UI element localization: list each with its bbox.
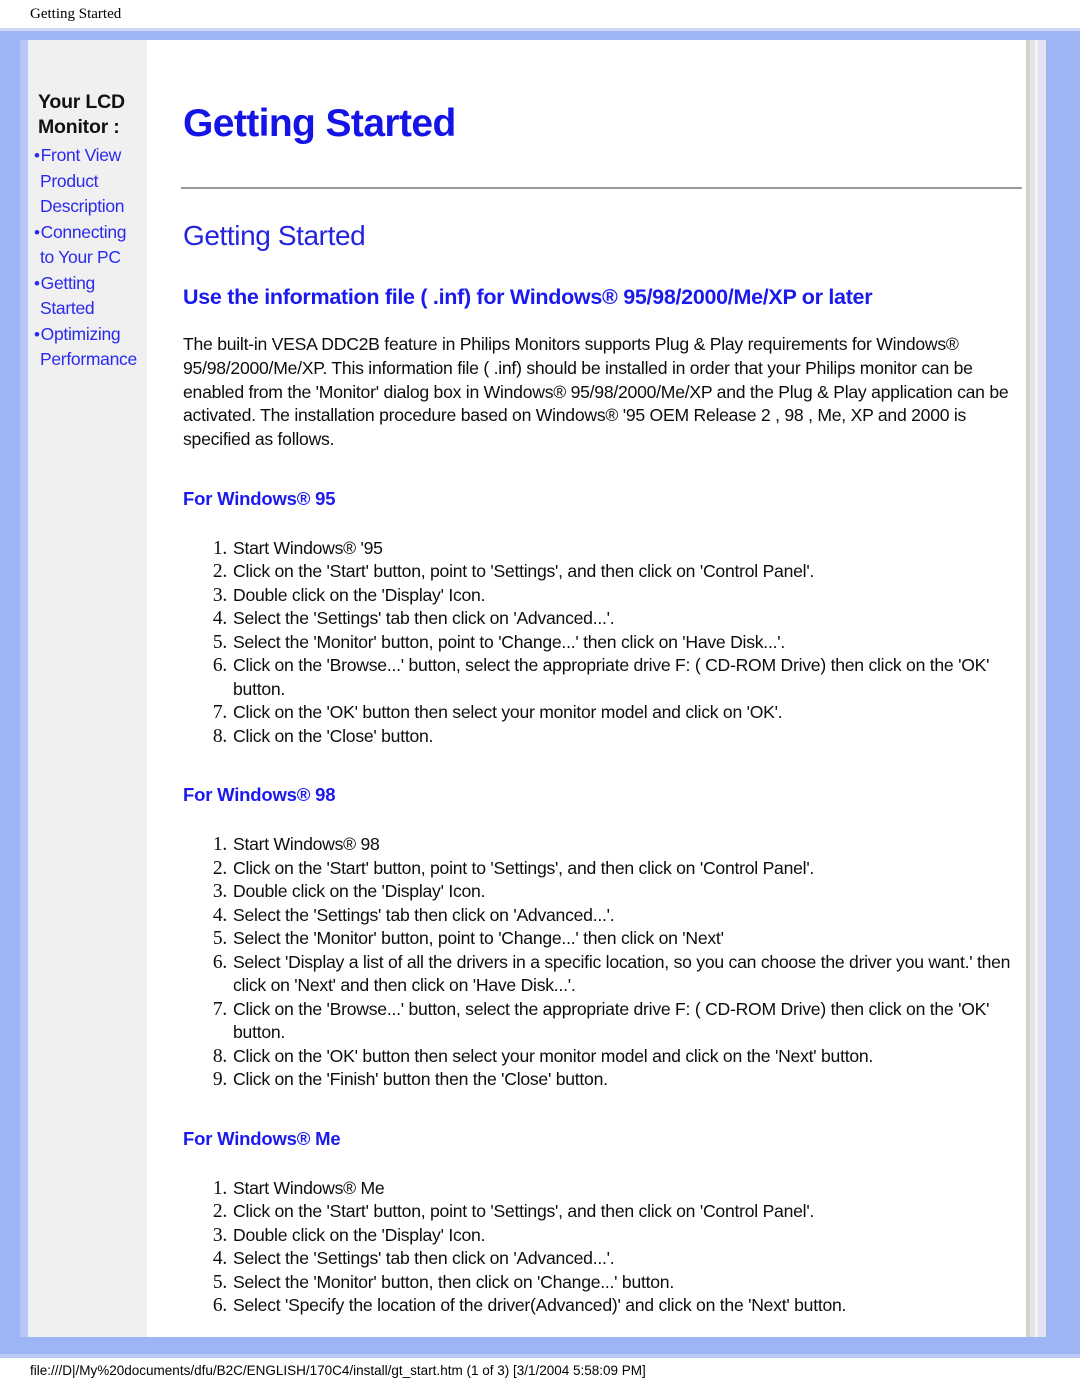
bullet-icon: • (34, 273, 40, 293)
intro-paragraph: The built-in VESA DDC2B feature in Phili… (183, 334, 1009, 450)
list-item: Select the 'Settings' tab then click on … (197, 904, 615, 927)
left-gutter-strip (20, 40, 28, 1337)
list-item: Click on the 'OK' button then select you… (197, 1045, 874, 1068)
list-item: Select 'Display a list of all the driver… (197, 951, 1011, 996)
sidebar-title: Your LCD Monitor : (38, 91, 125, 138)
browser-print-header: Getting Started (0, 0, 1080, 28)
list-item: Select the 'Monitor' button, point to 'C… (197, 927, 724, 950)
scrollbar-track-shadow (1026, 40, 1030, 1337)
sidebar-item-label: Connecting (40, 221, 127, 242)
frame-top-highlight (0, 28, 1080, 31)
group-title-windows-95: For Windows® 95 (183, 487, 336, 509)
browser-print-footer: file:///D|/My%20documents/dfu/B2C/ENGLIS… (0, 1358, 1080, 1397)
list-item: Select the 'Monitor' button, then click … (197, 1271, 674, 1294)
list-item: Select 'Specify the location of the driv… (197, 1294, 847, 1317)
section-title: Getting Started (183, 220, 366, 251)
document-page: Your LCD Monitor : •Front View Product D… (28, 40, 1046, 1337)
list-item: Click on the 'Finish' button then the 'C… (197, 1068, 608, 1091)
list-item: Click on the 'Start' button, point to 'S… (197, 1200, 815, 1223)
list-item: Start Windows® Me (197, 1177, 385, 1200)
sidebar-item-label-line2: Performance (40, 349, 137, 369)
sidebar-item-connecting-to-your-pc[interactable]: •Connecting to Your PC (34, 220, 145, 271)
title-divider (181, 187, 1022, 189)
sidebar-item-front-view-product-description[interactable]: •Front View Product Description (34, 143, 145, 220)
subsection-title: Use the information file ( .inf) for Win… (183, 285, 873, 309)
steps-list-windows-95: Start Windows® '95 Click on the 'Start' … (183, 537, 1028, 749)
sidebar-item-optimizing-performance[interactable]: •Optimizing Performance (34, 322, 145, 373)
main-content: Getting Started Getting Started Use the … (147, 40, 1046, 1337)
list-item: Click on the 'Start' button, point to 'S… (197, 560, 815, 583)
sidebar-item-label-line2: to Your PC (40, 247, 121, 267)
scrollbar-track-highlight (1035, 40, 1038, 1337)
print-header-title: Getting Started (30, 6, 122, 22)
list-item: Click on the 'Close' button. (197, 725, 434, 748)
list-item: Start Windows® 98 (197, 833, 380, 856)
steps-list-windows-me: Start Windows® Me Click on the 'Start' b… (183, 1177, 1028, 1318)
list-item: Double click on the 'Display' Icon. (197, 880, 486, 903)
sidebar-item-label-line2: Started (40, 298, 95, 318)
bullet-icon: • (34, 324, 40, 344)
list-item: Select the 'Settings' tab then click on … (197, 607, 615, 630)
list-item: Double click on the 'Display' Icon. (197, 584, 486, 607)
bullet-icon: • (34, 222, 40, 242)
document-body: Your LCD Monitor : •Front View Product D… (28, 40, 1046, 1337)
sidebar-item-getting-started[interactable]: •Getting Started (34, 271, 145, 322)
sidebar-item-label-line2: Product (40, 170, 99, 191)
group-title-windows-me: For Windows® Me (183, 1127, 341, 1149)
page-title: Getting Started (183, 102, 456, 145)
sidebar-navigation: Your LCD Monitor : •Front View Product D… (28, 40, 147, 1337)
sidebar-item-label: Optimizing (40, 323, 121, 344)
sidebar-item-label: Getting (40, 272, 96, 293)
scrollbar-edge (1039, 40, 1043, 1337)
sidebar-item-label-line3: Description (40, 196, 125, 216)
list-item: Double click on the 'Display' Icon. (197, 1224, 486, 1247)
list-item: Start Windows® '95 (197, 537, 383, 560)
scrollbar-strip[interactable] (1026, 40, 1046, 1337)
list-item: Click on the 'Browse...' button, select … (197, 654, 990, 699)
sidebar-item-label: Front View (40, 145, 122, 165)
list-item: Click on the 'OK' button then select you… (197, 701, 783, 724)
status-url-text: file:///D|/My%20documents/dfu/B2C/ENGLIS… (30, 1363, 646, 1378)
page-frame: Your LCD Monitor : •Front View Product D… (0, 28, 1080, 1358)
group-title-windows-98: For Windows® 98 (183, 784, 336, 806)
steps-list-windows-98: Start Windows® 98 Click on the 'Start' b… (183, 833, 1028, 1092)
list-item: Click on the 'Browse...' button, select … (197, 998, 990, 1043)
bullet-icon: • (34, 146, 40, 165)
sidebar-link-list: •Front View Product Description •Connect… (28, 140, 147, 373)
list-item: Select the 'Monitor' button, point to 'C… (197, 631, 785, 654)
list-item: Select the 'Settings' tab then click on … (197, 1247, 615, 1270)
list-item: Click on the 'Start' button, point to 'S… (197, 857, 815, 880)
